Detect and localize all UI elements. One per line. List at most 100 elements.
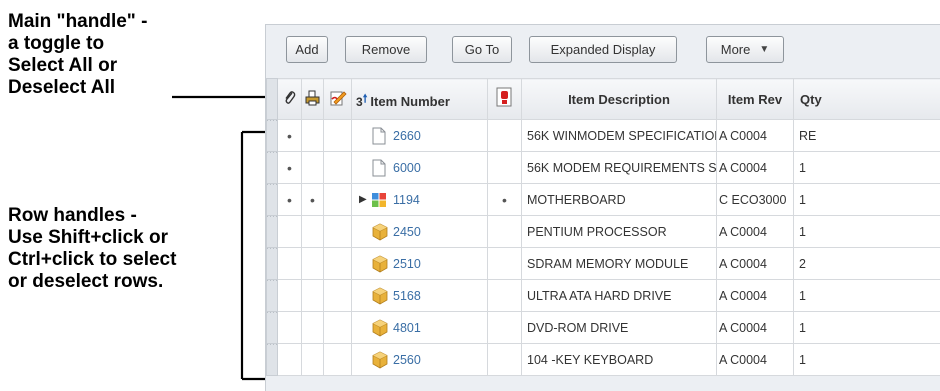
redline-indicator bbox=[324, 184, 352, 216]
print-column-header[interactable] bbox=[302, 79, 324, 120]
redline-indicator bbox=[324, 248, 352, 280]
item-rev-cell: A C0004 bbox=[717, 344, 794, 376]
table-row[interactable]: ••▶1194•MOTHERBOARDC ECO30001 bbox=[267, 184, 940, 216]
part-icon bbox=[371, 287, 389, 305]
item-number-link[interactable]: 4801 bbox=[389, 321, 421, 335]
part-icon bbox=[371, 319, 389, 337]
attachment-indicator: • bbox=[278, 152, 302, 184]
remove-button[interactable]: Remove bbox=[345, 36, 427, 63]
expanded-display-button[interactable]: Expanded Display bbox=[529, 36, 677, 63]
attachment-indicator bbox=[278, 280, 302, 312]
item-number-cell: 4801 bbox=[352, 312, 488, 344]
bom-table-panel: Add Remove Go To Expanded Display More ▼ bbox=[265, 24, 940, 391]
redline-column-header[interactable] bbox=[324, 79, 352, 120]
table-row[interactable]: 2560104 -KEY KEYBOARDA C00041 bbox=[267, 344, 940, 376]
item-description-cell: 104 -KEY KEYBOARD bbox=[522, 344, 717, 376]
go-to-button[interactable]: Go To bbox=[452, 36, 512, 63]
row-handle[interactable] bbox=[267, 344, 278, 376]
attachment-indicator bbox=[278, 344, 302, 376]
attachment-indicator bbox=[278, 312, 302, 344]
qty-column-header[interactable]: Qty bbox=[794, 79, 940, 120]
print-indicator: • bbox=[302, 184, 324, 216]
qty-cell: RE bbox=[794, 120, 940, 152]
print-indicator bbox=[302, 216, 324, 248]
print-indicator bbox=[302, 280, 324, 312]
table-row[interactable]: •266056K WINMODEM SPECIFICATIONA C0004RE bbox=[267, 120, 940, 152]
item-number-link[interactable]: 2660 bbox=[389, 129, 421, 143]
flag-column-header[interactable] bbox=[488, 79, 522, 120]
item-rev-cell: A C0004 bbox=[717, 312, 794, 344]
item-number-cell: 2450 bbox=[352, 216, 488, 248]
row-handle[interactable] bbox=[267, 248, 278, 280]
item-number-header-label: Item Number bbox=[370, 94, 449, 109]
item-number-column-header[interactable]: 3🠕Item Number bbox=[352, 79, 488, 120]
table-row[interactable]: 4801DVD-ROM DRIVEA C00041 bbox=[267, 312, 940, 344]
item-description-cell: 56K WINMODEM SPECIFICATION bbox=[522, 120, 717, 152]
redline-indicator bbox=[324, 216, 352, 248]
flag-indicator bbox=[488, 152, 522, 184]
paperclip-icon bbox=[283, 90, 297, 106]
item-rev-header-label: Item Rev bbox=[728, 92, 782, 107]
expand-toggle-icon[interactable]: ▶ bbox=[359, 194, 371, 205]
flag-indicator bbox=[488, 280, 522, 312]
item-number-link[interactable]: 2510 bbox=[389, 257, 421, 271]
row-handle[interactable] bbox=[267, 216, 278, 248]
item-description-column-header[interactable]: Item Description bbox=[522, 79, 717, 120]
qty-cell: 2 bbox=[794, 248, 940, 280]
item-number-link[interactable]: 6000 bbox=[389, 161, 421, 175]
item-number-cell: 2560 bbox=[352, 344, 488, 376]
table-row[interactable]: 2450PENTIUM PROCESSORA C00041 bbox=[267, 216, 940, 248]
row-handle[interactable] bbox=[267, 152, 278, 184]
table-toolbar: Add Remove Go To Expanded Display More ▼ bbox=[266, 25, 940, 78]
row-handle[interactable] bbox=[267, 184, 278, 216]
redline-indicator bbox=[324, 120, 352, 152]
item-number-link[interactable]: 1194 bbox=[389, 193, 420, 207]
select-all-handle[interactable] bbox=[267, 79, 278, 120]
part-icon bbox=[371, 223, 389, 241]
print-indicator bbox=[302, 344, 324, 376]
add-button-label: Add bbox=[295, 42, 318, 57]
qty-cell: 1 bbox=[794, 312, 940, 344]
row-handle[interactable] bbox=[267, 120, 278, 152]
item-rev-column-header[interactable]: Item Rev bbox=[717, 79, 794, 120]
item-number-cell: 5168 bbox=[352, 280, 488, 312]
flag-indicator bbox=[488, 216, 522, 248]
flag-indicator bbox=[488, 120, 522, 152]
item-description-cell: ULTRA ATA HARD DRIVE bbox=[522, 280, 717, 312]
redline-edit-icon bbox=[329, 90, 347, 106]
sort-order-number: 3 bbox=[356, 95, 363, 109]
sort-ascending-icon: 🠕 bbox=[363, 93, 368, 105]
qty-cell: 1 bbox=[794, 152, 940, 184]
row-handle[interactable] bbox=[267, 312, 278, 344]
item-description-cell: SDRAM MEMORY MODULE bbox=[522, 248, 717, 280]
row-handle[interactable] bbox=[267, 280, 278, 312]
assembly-icon bbox=[371, 192, 389, 208]
add-button[interactable]: Add bbox=[286, 36, 328, 63]
item-number-link[interactable]: 2450 bbox=[389, 225, 421, 239]
redline-indicator bbox=[324, 312, 352, 344]
document-icon bbox=[371, 127, 389, 145]
print-indicator bbox=[302, 312, 324, 344]
item-rev-cell: A C0004 bbox=[717, 248, 794, 280]
item-number-cell: 6000 bbox=[352, 152, 488, 184]
item-number-link[interactable]: 2560 bbox=[389, 353, 421, 367]
item-rev-cell: A C0004 bbox=[717, 152, 794, 184]
table-row[interactable]: •600056K MODEM REQUIREMENTS SPECA C00041 bbox=[267, 152, 940, 184]
more-dropdown-button[interactable]: More ▼ bbox=[706, 36, 784, 63]
item-number-cell: ▶ 1194 bbox=[352, 184, 488, 216]
print-indicator bbox=[302, 152, 324, 184]
item-rev-cell: A C0004 bbox=[717, 120, 794, 152]
table-row[interactable]: 5168ULTRA ATA HARD DRIVEA C00041 bbox=[267, 280, 940, 312]
item-description-header-label: Item Description bbox=[568, 92, 670, 107]
qty-cell: 1 bbox=[794, 280, 940, 312]
item-number-link[interactable]: 5168 bbox=[389, 289, 421, 303]
item-number-cell: 2510 bbox=[352, 248, 488, 280]
document-icon bbox=[371, 159, 389, 177]
flag-indicator bbox=[488, 344, 522, 376]
printer-icon bbox=[305, 90, 321, 106]
flag-indicator: • bbox=[488, 184, 522, 216]
attachments-column-header[interactable] bbox=[278, 79, 302, 120]
attachment-indicator bbox=[278, 216, 302, 248]
qty-cell: 1 bbox=[794, 216, 940, 248]
table-row[interactable]: 2510 SDRAM MEMORY MODULEA C00042 bbox=[267, 248, 940, 280]
